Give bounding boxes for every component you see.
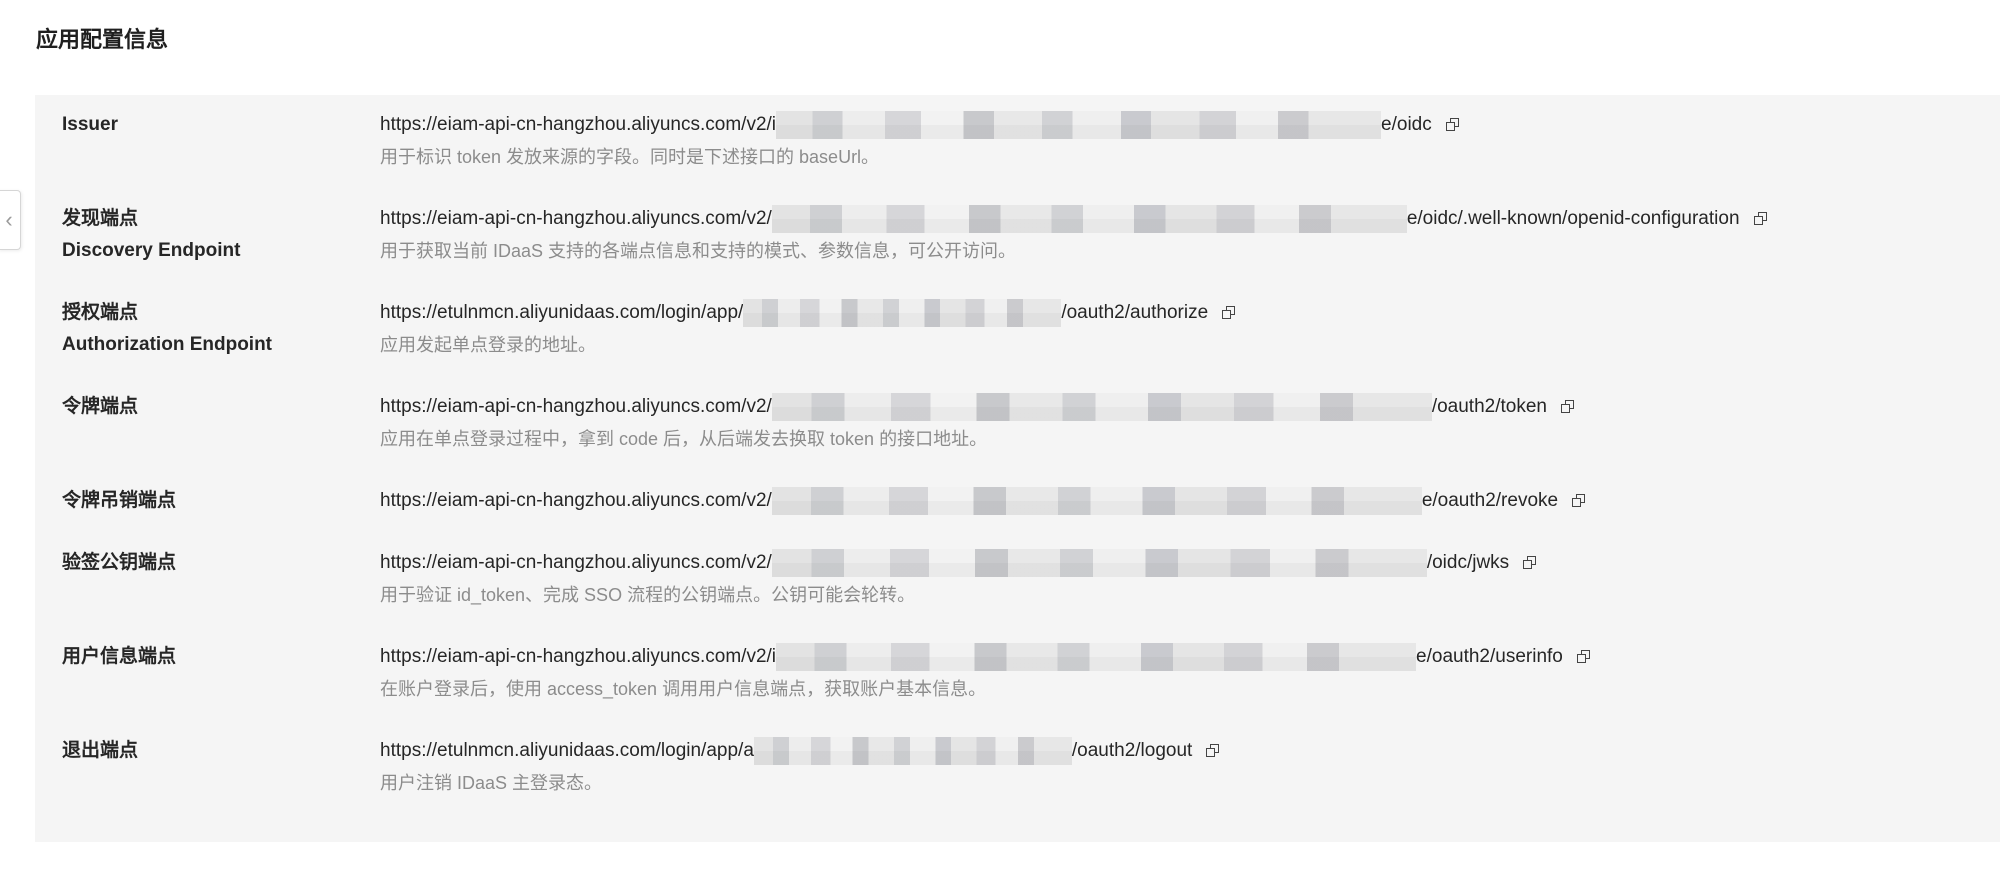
endpoint-url[interactable]: https://eiam-api-cn-hangzhou.aliyuncs.co… (380, 641, 1591, 673)
row-label-zh: 发现端点 (62, 208, 139, 229)
row-value: https://etulnmcn.aliyunidaas.com/login/a… (380, 735, 1220, 799)
copy-icon[interactable] (1572, 494, 1586, 508)
url-suffix: e/oauth2/userinfo (1416, 646, 1563, 667)
endpoint-url[interactable]: https://etulnmcn.aliyunidaas.com/login/a… (380, 735, 1220, 767)
row-value: https://eiam-api-cn-hangzhou.aliyuncs.co… (380, 641, 1591, 705)
app-config-panel: Issuer https://eiam-api-cn-hangzhou.aliy… (35, 95, 2000, 842)
url-prefix: https://etulnmcn.aliyunidaas.com/login/a… (380, 740, 754, 761)
url-prefix: https://eiam-api-cn-hangzhou.aliyuncs.co… (380, 208, 772, 229)
row-value: https://eiam-api-cn-hangzhou.aliyuncs.co… (380, 203, 1768, 267)
copy-icon[interactable] (1222, 306, 1236, 320)
row-description: 用户注销 IDaaS 主登录态。 (380, 773, 603, 793)
row-value: https://eiam-api-cn-hangzhou.aliyuncs.co… (380, 485, 1586, 517)
collapse-sidebar-chevron-left-icon[interactable]: ‹ (0, 190, 21, 250)
copy-icon[interactable] (1753, 212, 1768, 226)
url-suffix: e/oauth2/revoke (1421, 490, 1559, 511)
endpoint-url[interactable]: https://eiam-api-cn-hangzhou.aliyuncs.co… (380, 203, 1768, 235)
redacted-segment (771, 393, 1432, 421)
redacted-segment (771, 487, 1422, 515)
url-suffix: /oauth2/authorize (1061, 302, 1209, 323)
url-prefix: https://eiam-api-cn-hangzhou.aliyuncs.co… (380, 490, 772, 511)
url-prefix: https://eiam-api-cn-hangzhou.aliyuncs.co… (380, 396, 772, 417)
copy-icon[interactable] (1523, 556, 1537, 570)
endpoint-url[interactable]: https://etulnmcn.aliyunidaas.com/login/a… (380, 297, 1236, 329)
url-suffix: /oauth2/token (1431, 396, 1547, 417)
row-description: 用于验证 id_token、完成 SSO 流程的公钥端点。公钥可能会轮转。 (380, 585, 916, 605)
row-description: 用于标识 token 发放来源的字段。同时是下述接口的 baseUrl。 (380, 147, 880, 167)
endpoint-url[interactable]: https://eiam-api-cn-hangzhou.aliyuncs.co… (380, 485, 1586, 517)
row-value: https://eiam-api-cn-hangzhou.aliyuncs.co… (380, 391, 1575, 455)
row-value: https://etulnmcn.aliyunidaas.com/login/a… (380, 297, 1236, 361)
row-label: 用户信息端点 (62, 641, 176, 673)
redacted-segment (776, 643, 1417, 671)
copy-icon[interactable] (1206, 744, 1220, 758)
row-label-zh: 用户信息端点 (62, 646, 177, 667)
row-label: 令牌端点 (62, 391, 138, 423)
row-description: 应用发起单点登录的地址。 (380, 335, 596, 355)
redacted-segment (753, 737, 1072, 765)
row-label-en: Authorization Endpoint (62, 334, 273, 355)
row-label-zh: Issuer (62, 114, 118, 135)
redacted-segment (771, 205, 1407, 233)
url-prefix: https://eiam-api-cn-hangzhou.aliyuncs.co… (380, 114, 777, 135)
row-value: https://eiam-api-cn-hangzhou.aliyuncs.co… (380, 547, 1537, 611)
row-label-zh: 验签公钥端点 (62, 552, 177, 573)
row-label-zh: 授权端点 (62, 302, 139, 323)
url-suffix: e/oidc (1381, 114, 1432, 135)
row-label-zh: 令牌端点 (62, 396, 139, 417)
endpoint-url[interactable]: https://eiam-api-cn-hangzhou.aliyuncs.co… (380, 109, 1460, 141)
copy-icon[interactable] (1576, 650, 1591, 664)
url-prefix: https://eiam-api-cn-hangzhou.aliyuncs.co… (380, 552, 772, 573)
copy-icon[interactable] (1445, 118, 1460, 132)
section-title: 应用配置信息 (36, 27, 169, 52)
row-label-en: Discovery Endpoint (62, 240, 241, 261)
row-label: 退出端点 (62, 735, 138, 767)
row-label: 验签公钥端点 (62, 547, 176, 579)
row-description: 在账户登录后，使用 access_token 调用用户信息端点，获取账户基本信息… (380, 679, 987, 699)
row-label: 授权端点 Authorization Endpoint (62, 297, 272, 361)
row-label: 令牌吊销端点 (62, 485, 176, 517)
redacted-segment (771, 549, 1427, 577)
row-label: 发现端点 Discovery Endpoint (62, 203, 240, 267)
url-prefix: https://eiam-api-cn-hangzhou.aliyuncs.co… (380, 646, 777, 667)
url-suffix: /oidc/jwks (1426, 552, 1510, 573)
url-prefix: https://etulnmcn.aliyunidaas.com/login/a… (380, 302, 744, 323)
url-suffix: /oauth2/logout (1071, 740, 1193, 761)
row-label-zh: 退出端点 (62, 740, 139, 761)
row-label-zh: 令牌吊销端点 (62, 490, 177, 511)
redacted-segment (743, 299, 1062, 327)
row-description: 应用在单点登录过程中，拿到 code 后，从后端发去换取 token 的接口地址… (380, 429, 988, 449)
url-suffix: e/oidc/.well-known/openid-configuration (1406, 208, 1740, 229)
row-description: 用于获取当前 IDaaS 支持的各端点信息和支持的模式、参数信息，可公开访问。 (380, 241, 1017, 261)
row-value: https://eiam-api-cn-hangzhou.aliyuncs.co… (380, 109, 1460, 173)
copy-icon[interactable] (1560, 400, 1575, 414)
redacted-segment (776, 111, 1382, 139)
endpoint-url[interactable]: https://eiam-api-cn-hangzhou.aliyuncs.co… (380, 547, 1537, 579)
endpoint-url[interactable]: https://eiam-api-cn-hangzhou.aliyuncs.co… (380, 391, 1575, 423)
row-label: Issuer (62, 109, 118, 141)
